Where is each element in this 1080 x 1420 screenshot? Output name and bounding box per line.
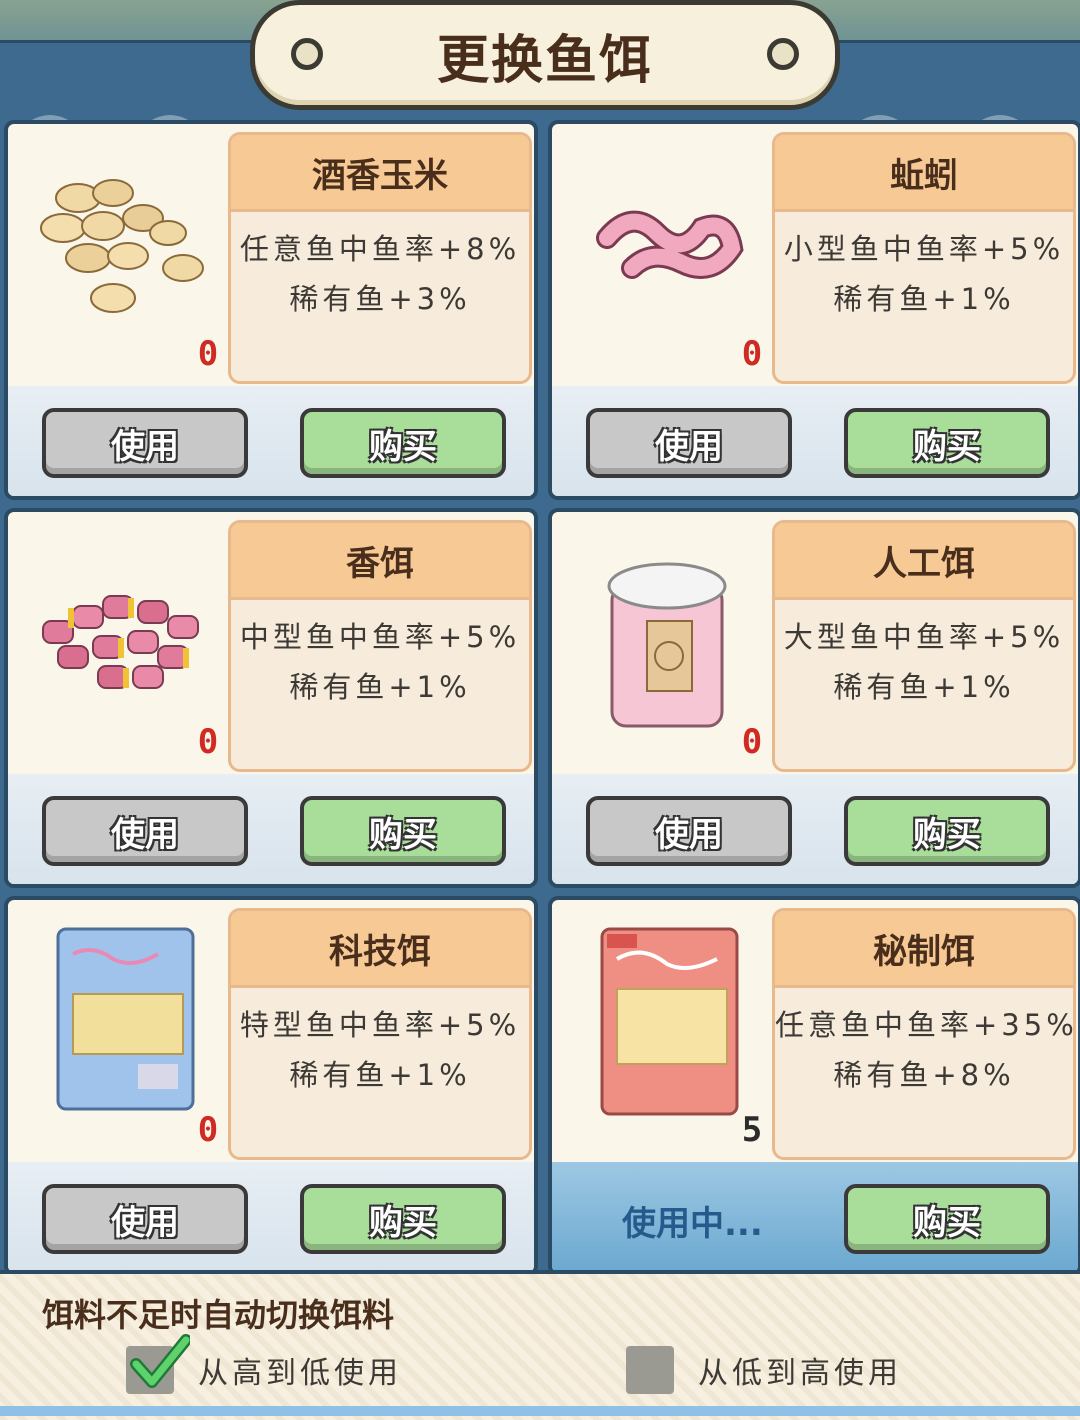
low-to-high-checkbox[interactable] [626,1346,674,1394]
use-button[interactable]: 使用 [42,408,248,478]
bait-effect-line2: 稀有鱼+3% [289,282,471,316]
auto-switch-label: 饵料不足时自动切换饵料 [42,1296,395,1334]
bait-effect-line1: 任意鱼中鱼率+35% [775,1008,1076,1042]
bait-count: 0 [197,722,219,762]
buy-button[interactable]: 购买 [300,1184,506,1254]
bait-count: 0 [197,1110,219,1150]
low-to-high-label: 从低到高使用 [698,1356,902,1391]
bait-effect-line1: 小型鱼中鱼率+5% [783,232,1065,266]
bait-effect-line2: 稀有鱼+1% [833,670,1015,704]
bait-name: 酒香玉米 [231,135,529,212]
bait-name: 科技饵 [231,911,529,988]
option-high-to-low[interactable]: 从高到低使用 [126,1334,402,1394]
use-button[interactable]: 使用 [586,796,792,866]
bait-effect-line2: 稀有鱼+8% [833,1058,1015,1092]
use-button[interactable]: 使用 [586,408,792,478]
bait-info-panel: 秘制饵 任意鱼中鱼率+35% 稀有鱼+8% [772,908,1076,1160]
option-low-to-high[interactable]: 从低到高使用 [626,1346,902,1394]
bait-name: 蚯蚓 [775,135,1073,212]
bait-count: 0 [197,334,219,374]
bait-name: 秘制饵 [775,911,1073,988]
bait-count: 0 [741,334,763,374]
high-to-low-label: 从高到低使用 [198,1356,402,1391]
bait-info-panel: 香饵 中型鱼中鱼率+5% 稀有鱼+1% [228,520,532,772]
bait-info-panel: 蚯蚓 小型鱼中鱼率+5% 稀有鱼+1% [772,132,1076,384]
bait-card-tech: 科技饵 特型鱼中鱼率+5% 稀有鱼+1% 0 使用 购买 [4,896,538,1276]
bait-card-pellets: 香饵 中型鱼中鱼率+5% 稀有鱼+1% 0 使用 购买 [4,508,538,888]
bait-card-artificial: 人工饵 大型鱼中鱼率+5% 稀有鱼+1% 0 使用 购买 [548,508,1080,888]
in-use-label: 使用中... [622,1204,763,1244]
bait-actions: 使用 购买 [8,386,534,496]
buy-button[interactable]: 购买 [844,408,1050,478]
bait-card-corn: 酒香玉米 任意鱼中鱼率+8% 稀有鱼+3% 0 使用 购买 [4,120,538,500]
bait-count: 5 [741,1110,763,1150]
bait-info-panel: 酒香玉米 任意鱼中鱼率+8% 稀有鱼+3% [228,132,532,384]
use-button[interactable]: 使用 [42,1184,248,1254]
bait-card-earthworm: 蚯蚓 小型鱼中鱼率+5% 稀有鱼+1% 0 使用 购买 [548,120,1080,500]
use-button[interactable]: 使用 [42,796,248,866]
buy-button[interactable]: 购买 [844,1184,1050,1254]
bait-actions: 使用 购买 [8,774,534,884]
bait-info-panel: 人工饵 大型鱼中鱼率+5% 稀有鱼+1% [772,520,1076,772]
rivet-icon [291,38,323,70]
bait-effect-line2: 稀有鱼+1% [833,282,1015,316]
bottom-strip [0,1406,1080,1416]
bait-count: 0 [741,722,763,762]
checkmark-icon [130,1334,190,1388]
rivet-icon [767,38,799,70]
high-to-low-checkbox[interactable] [126,1334,190,1394]
bait-name: 人工饵 [775,523,1073,600]
bait-card-secret: 秘制饵 任意鱼中鱼率+35% 稀有鱼+8% 5 使用中... 购买 [548,896,1080,1276]
auto-switch-settings: 饵料不足时自动切换饵料 从高到低使用 从低到高使用 [0,1270,1080,1420]
bait-actions: 使用 购买 [552,386,1078,496]
bait-effect-line1: 特型鱼中鱼率+5% [239,1008,521,1042]
bait-actions: 使用 购买 [552,774,1078,884]
bait-effect-line1: 大型鱼中鱼率+5% [783,620,1065,654]
buy-button[interactable]: 购买 [300,408,506,478]
bait-actions: 使用中... 购买 [552,1162,1078,1272]
title-plate: 更换鱼饵 [250,0,840,110]
bait-effect-line2: 稀有鱼+1% [289,1058,471,1092]
bait-effect-line1: 任意鱼中鱼率+8% [239,232,521,266]
bait-effect-line1: 中型鱼中鱼率+5% [239,620,521,654]
bait-info-panel: 科技饵 特型鱼中鱼率+5% 稀有鱼+1% [228,908,532,1160]
bait-name: 香饵 [231,523,529,600]
bait-actions: 使用 购买 [8,1162,534,1272]
buy-button[interactable]: 购买 [844,796,1050,866]
bait-effect-line2: 稀有鱼+1% [289,670,471,704]
page-title: 更换鱼饵 [436,30,653,91]
buy-button[interactable]: 购买 [300,796,506,866]
